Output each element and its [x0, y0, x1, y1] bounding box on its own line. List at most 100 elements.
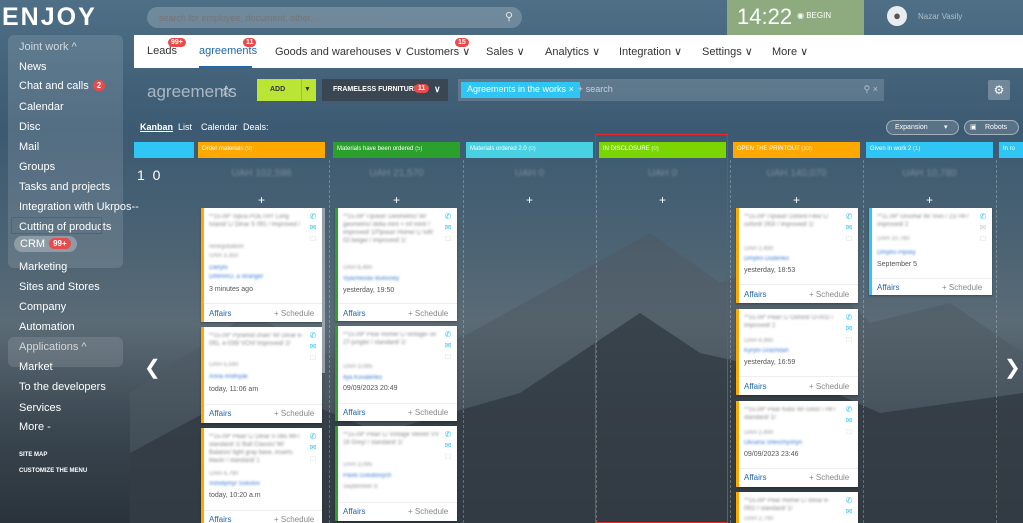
- add-deal-button[interactable]: +: [866, 193, 993, 207]
- schedule-link[interactable]: + Schedule: [408, 408, 448, 417]
- sidebar-item-more[interactable]: More -: [19, 421, 51, 433]
- filter-search-placeholder[interactable]: + search: [578, 84, 613, 94]
- phone-icon[interactable]: ✆: [980, 212, 987, 221]
- deal-person[interactable]: Ilya Kovalenko: [343, 375, 382, 381]
- phone-icon[interactable]: ✆: [846, 496, 853, 505]
- view-tab-calendar[interactable]: Calendar: [201, 122, 238, 132]
- add-deal-button[interactable]: +: [198, 193, 325, 207]
- deal-person[interactable]: Vyacheslav Bulovsky: [343, 276, 399, 282]
- deal-card[interactable]: **15.09* Pyramid chair/ W/ Dinar e-091, …: [201, 327, 322, 423]
- tab-analytics[interactable]: Analytics ∨: [545, 45, 600, 58]
- tab-integration[interactable]: Integration ∨: [619, 45, 682, 58]
- global-search-input[interactable]: [147, 7, 522, 28]
- customize-menu-link[interactable]: CUSTOMIZE THE MENU: [19, 468, 87, 474]
- tab-settings[interactable]: Settings ∨: [702, 45, 753, 58]
- sidebar-item-company[interactable]: Company: [19, 301, 66, 313]
- add-button[interactable]: ADD ▼: [257, 79, 316, 101]
- search-icon[interactable]: ⚲: [505, 10, 513, 23]
- tab-goods-warehouses[interactable]: Goods and warehouses ∨: [275, 45, 402, 58]
- deal-title[interactable]: **15.09* Pear Kids/ W/ color/ / HF/ stan…: [744, 406, 841, 422]
- deal-card[interactable]: **15.09* Прокат Geometric/ W/ geometric/…: [335, 208, 457, 321]
- affairs-link[interactable]: Affairs: [343, 309, 366, 318]
- mail-icon[interactable]: ✉: [980, 223, 987, 232]
- add-deal-button[interactable]: +: [333, 193, 460, 207]
- deal-title[interactable]: **15.09* Прокат Oxford Flex/ L/ oxford/ …: [744, 213, 841, 229]
- schedule-link[interactable]: + Schedule: [274, 515, 314, 523]
- deal-title[interactable]: **15.09* Pear/ L/ Vintage Velvet/ VV 16 …: [343, 431, 440, 447]
- deal-title[interactable]: **15.09* Pear Home/ L/ stina/ e-091/ / s…: [744, 497, 841, 513]
- deal-person[interactable]: Anna Andriyak: [209, 374, 248, 380]
- expansion-button[interactable]: Expansion ▾: [886, 120, 959, 135]
- schedule-link[interactable]: + Schedule: [809, 473, 849, 482]
- mail-icon[interactable]: ✉: [310, 342, 317, 351]
- schedule-link[interactable]: + Schedule: [809, 382, 849, 391]
- mail-icon[interactable]: ✉: [846, 324, 853, 333]
- sidebar-item-groups[interactable]: Groups: [19, 161, 55, 173]
- schedule-link[interactable]: + Schedule: [408, 309, 448, 318]
- sidebar-item-crm[interactable]: CRM 99+: [14, 236, 77, 252]
- deal-person[interactable]: Kyrylo Grachdan: [744, 348, 789, 354]
- chevron-down-icon[interactable]: ▼: [301, 79, 313, 101]
- stage-header[interactable]: Order materials (9): [198, 142, 325, 158]
- chat-icon[interactable]: □: [311, 234, 316, 243]
- chat-icon[interactable]: □: [847, 427, 852, 436]
- stage-header[interactable]: [134, 142, 194, 158]
- stage-header[interactable]: Given in work 2 (1): [866, 142, 993, 158]
- deal-title[interactable]: **15.09* Pear/ L/ Dinar S 085 WF/ standa…: [209, 433, 306, 465]
- view-tab-deals[interactable]: Deals:: [243, 122, 269, 132]
- mail-icon[interactable]: ✉: [445, 441, 452, 450]
- schedule-link[interactable]: + Schedule: [942, 283, 982, 292]
- mail-icon[interactable]: ✉: [310, 223, 317, 232]
- sidebar-item-market[interactable]: Market: [19, 361, 53, 373]
- chat-icon[interactable]: □: [311, 454, 316, 463]
- begin-button[interactable]: ◉ BEGIN: [797, 11, 831, 20]
- deal-card[interactable]: **15.09* Прокат Oxford Flex/ L/ oxford/ …: [736, 208, 858, 303]
- mail-icon[interactable]: ✉: [846, 416, 853, 425]
- sidebar-item-sites-stores[interactable]: Sites and Stores: [19, 281, 100, 293]
- chat-icon[interactable]: □: [446, 234, 451, 243]
- phone-icon[interactable]: ✆: [846, 212, 853, 221]
- deal-title[interactable]: **15.09* Pear/ L/ Oxford/ O-001/ / impro…: [744, 314, 841, 330]
- affairs-link[interactable]: Affairs: [744, 290, 767, 299]
- deal-card[interactable]: **15.09* Pear Kids/ W/ color/ / HF/ stan…: [736, 401, 858, 487]
- deal-card[interactable]: **15.09* Pear Home/ L/ vintage/ on 27-ju…: [335, 326, 457, 421]
- deal-person[interactable]: Pavlo Golubovych: [343, 473, 391, 479]
- sidebar-item-calendar[interactable]: Calendar: [19, 101, 64, 113]
- robots-button[interactable]: ▣ Robots: [964, 120, 1019, 135]
- chat-icon[interactable]: □: [981, 234, 986, 243]
- deal-card[interactable]: **15.09* Pear/ L/ Vintage Velvet/ VV 16 …: [335, 426, 457, 521]
- deal-title[interactable]: **15.09* Pear Home/ L/ vintage/ on 27-ju…: [343, 331, 440, 347]
- chat-icon[interactable]: □: [847, 234, 852, 243]
- deal-card[interactable]: **15.09* Pear/ L/ Oxford/ O-001/ / impro…: [736, 309, 858, 395]
- phone-icon[interactable]: ✆: [310, 432, 317, 441]
- deal-company[interactable]: DIMARO, a stranger: [209, 274, 263, 280]
- mail-icon[interactable]: ✉: [846, 507, 853, 516]
- sidebar-item-tasks[interactable]: Tasks and projects: [19, 181, 110, 193]
- chat-icon[interactable]: □: [311, 353, 316, 362]
- deal-person[interactable]: Danylo: [209, 265, 228, 271]
- phone-icon[interactable]: ✆: [445, 430, 452, 439]
- stage-header[interactable]: In ro: [999, 142, 1023, 158]
- tab-sales[interactable]: Sales ∨: [486, 45, 525, 58]
- phone-icon[interactable]: ✆: [310, 331, 317, 340]
- sidebar-item-chat[interactable]: Chat and calls 2: [19, 80, 106, 92]
- schedule-link[interactable]: + Schedule: [274, 309, 314, 318]
- sidebar-item-mail[interactable]: Mail: [19, 141, 39, 153]
- deal-card[interactable]: **15.09* Pear Home/ L/ stina/ e-091/ / s…: [736, 492, 858, 523]
- mail-icon[interactable]: ✉: [445, 223, 452, 232]
- view-tab-kanban[interactable]: Kanban: [140, 122, 173, 132]
- chevron-right-icon[interactable]: ❯: [1004, 355, 1021, 380]
- sidebar-item-developers[interactable]: To the developers: [19, 381, 106, 393]
- phone-icon[interactable]: ✆: [846, 313, 853, 322]
- affairs-link[interactable]: Affairs: [209, 309, 232, 318]
- gear-icon[interactable]: ⚙: [988, 80, 1010, 100]
- phone-icon[interactable]: ✆: [310, 212, 317, 221]
- sidebar-item-disc[interactable]: Disc: [19, 121, 40, 133]
- sidebar-item-news[interactable]: News: [19, 61, 47, 73]
- user-avatar[interactable]: ●: [887, 6, 907, 26]
- deal-card[interactable]: **11.09* Grusha/ W/ Vivo / 21/ HF/ impro…: [869, 208, 992, 295]
- add-deal-button[interactable]: +: [466, 193, 593, 207]
- deal-person[interactable]: Dmytro Pipsky: [877, 250, 916, 256]
- close-icon[interactable]: ×: [569, 84, 574, 94]
- deal-person[interactable]: Dmytro Dudenko: [744, 256, 789, 262]
